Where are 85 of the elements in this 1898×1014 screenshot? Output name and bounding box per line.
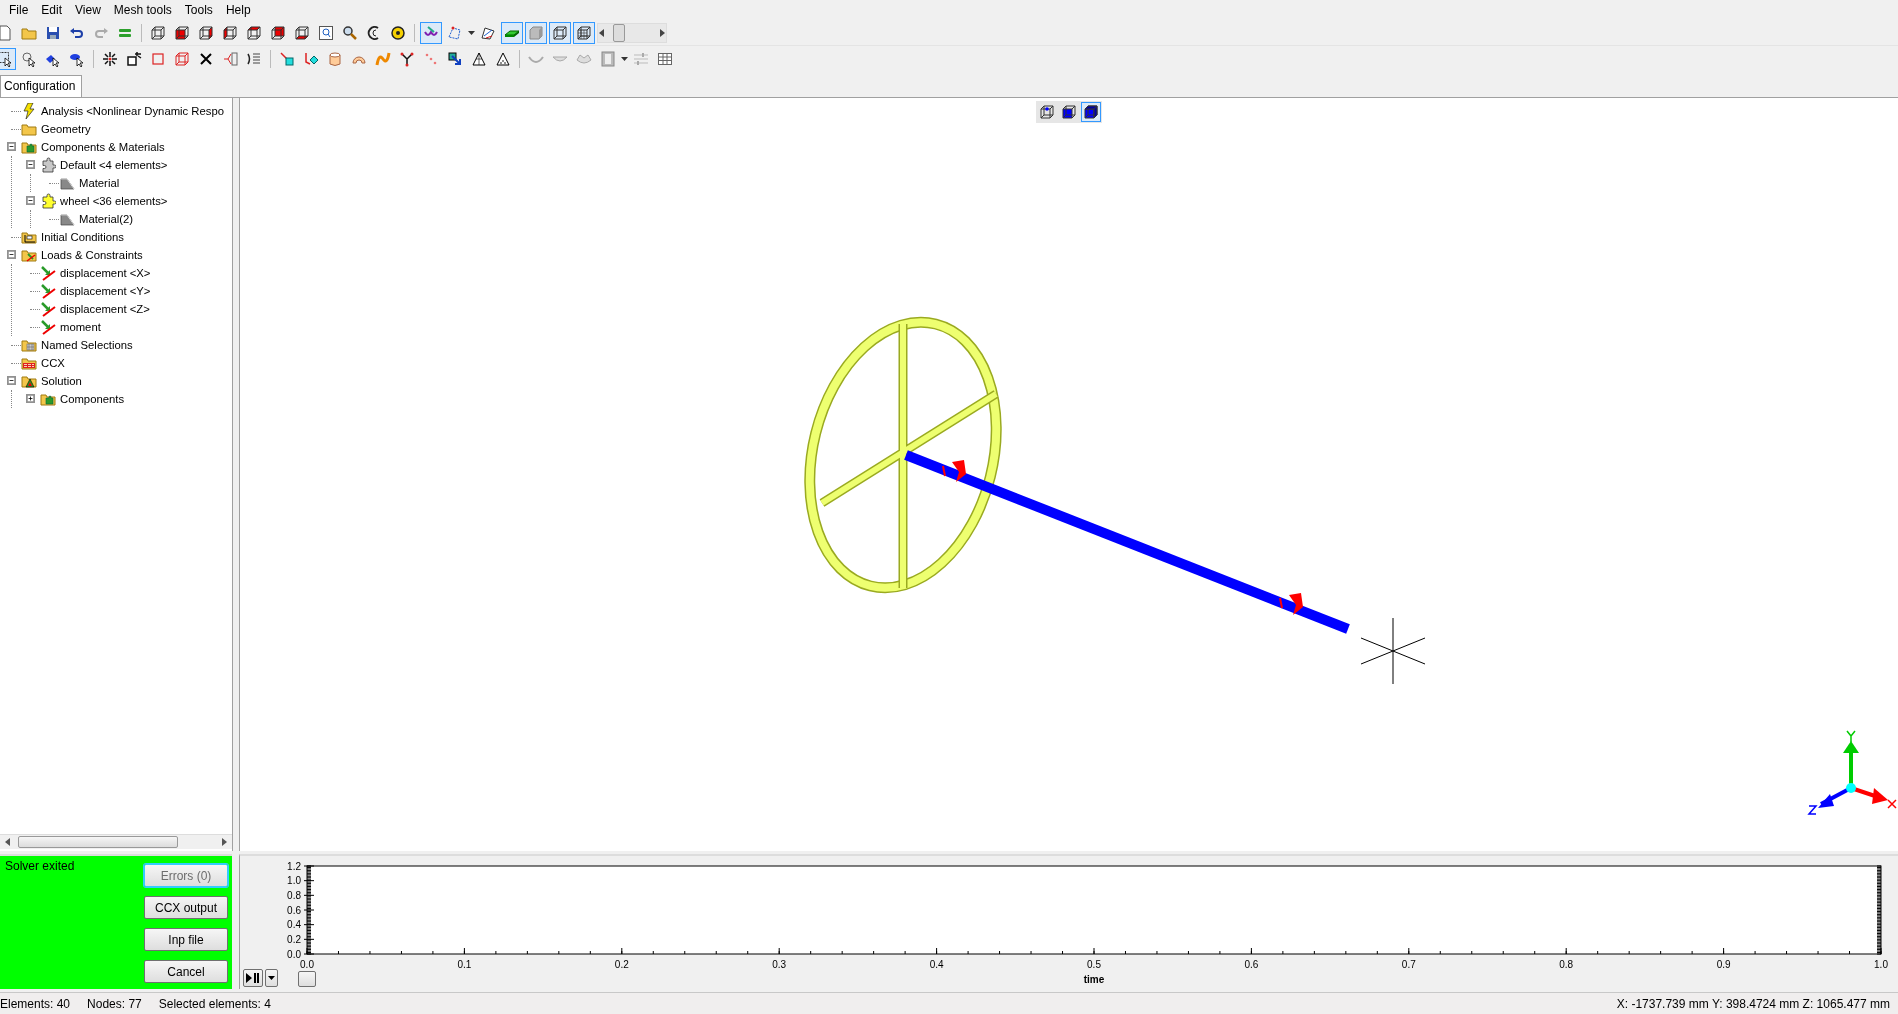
x-tick-label: 0.5 [1087, 959, 1101, 971]
arrow-left-icon[interactable] [598, 28, 604, 37]
menu-item[interactable]: File [4, 1, 37, 20]
y-tick-label: 0.0 [287, 948, 301, 960]
toolbar-scrollbar[interactable] [597, 22, 667, 43]
tree-item[interactable]: moment [56, 320, 101, 333]
tree-item[interactable]: Named Selections [37, 338, 133, 351]
y-tick-label: 1.2 [287, 860, 301, 872]
arrow-icon [40, 264, 56, 281]
arrow-icon [40, 318, 56, 335]
tree-item[interactable]: Solution [37, 374, 82, 387]
collapse-toggle[interactable] [26, 160, 35, 170]
view-mode-icon[interactable] [1081, 101, 1101, 122]
tree-item[interactable]: Initial Conditions [37, 230, 124, 243]
glasses-icon[interactable] [420, 21, 442, 44]
lightning-icon [21, 102, 37, 119]
dropdown-button[interactable] [265, 969, 278, 988]
scroll-thumb[interactable] [18, 836, 178, 849]
mesh-cube-icon[interactable] [573, 21, 595, 44]
tree-item[interactable]: displacement <Y> [56, 284, 151, 297]
wireframe-cube-icon[interactable] [549, 21, 571, 44]
solver-status: Solver exited [5, 859, 75, 876]
tab[interactable]: Configuration [0, 74, 83, 97]
y-tick-label: 0.4 [287, 919, 301, 931]
collapse-toggle[interactable] [26, 196, 35, 206]
arrow-right-icon[interactable] [660, 28, 666, 37]
tree-item[interactable]: Components & Materials [37, 140, 165, 153]
x-tick-label: 0.1 [457, 959, 472, 971]
arrow-left-icon[interactable] [4, 838, 10, 847]
expand-toggle[interactable] [26, 394, 35, 404]
selection-count: Selected elements: 4 [158, 996, 271, 1011]
collapse-toggle[interactable] [7, 142, 16, 152]
caret-icon[interactable] [621, 56, 628, 61]
x-tick-label: 0.2 [614, 959, 629, 971]
tree-item[interactable]: Geometry [37, 122, 91, 135]
y-tick-label: 1.0 [287, 875, 301, 887]
x-tick-label: 0.6 [1244, 959, 1259, 971]
x-tick-label: 0.3 [772, 959, 787, 971]
menu-item[interactable]: Help [220, 1, 259, 20]
collapse-toggle[interactable] [7, 250, 16, 260]
arrow-icon [40, 300, 56, 317]
x-axis-title: time [1083, 974, 1105, 986]
solver-button[interactable]: CCX output [144, 896, 228, 920]
x-tick-label: 0.4 [929, 959, 944, 971]
tree-item[interactable]: Loads & Constraints [37, 248, 143, 261]
solver-button[interactable]: Cancel [144, 960, 228, 984]
caret-icon [268, 976, 275, 981]
menu-item[interactable]: Edit [36, 1, 71, 20]
menu-item[interactable]: Tools [179, 1, 221, 20]
y-tick-label: 0.6 [287, 904, 301, 916]
node-count: Nodes: 77 [87, 996, 142, 1011]
constraint-marker [1279, 592, 1303, 615]
horizontal-scrollbar[interactable] [0, 834, 232, 850]
tree-item[interactable]: displacement <Z> [56, 302, 150, 315]
x-tick-label: 0.9 [1716, 959, 1731, 971]
menu-item[interactable]: Mesh tools [108, 1, 180, 20]
tree-item[interactable]: displacement <X> [56, 266, 151, 279]
tree-item[interactable]: Default <4 elements> [56, 158, 168, 171]
collapse-toggle[interactable] [7, 376, 16, 386]
x-tick-label: 0.8 [1559, 959, 1574, 971]
tree-item[interactable]: CCX [37, 356, 65, 369]
y-tick-label: 0.2 [287, 933, 301, 945]
tree-item[interactable]: Components [56, 392, 125, 405]
box-select-icon[interactable] [0, 47, 16, 70]
menu-item[interactable]: View [70, 1, 109, 20]
tree-item[interactable]: Analysis <Nonlinear Dynamic Respo [37, 104, 225, 117]
x-tick-label: 1.0 [1874, 959, 1888, 971]
play-pause-button[interactable] [243, 969, 263, 988]
tree-item[interactable]: Material [75, 176, 120, 189]
arrow-icon [40, 282, 56, 299]
tree-item[interactable]: wheel <36 elements> [56, 194, 168, 207]
y-tick-label: 0.8 [287, 889, 301, 901]
scroll-thumb[interactable] [613, 23, 625, 42]
cursor-coordinates: X: -1737.739 mm Y: 398.4724 mm Z: 1065.477 mm [1616, 996, 1890, 1011]
x-tick-label: 0.0 [300, 959, 314, 971]
element-count: Elements: 40 [0, 996, 71, 1011]
x-tick-label: 0.7 [1401, 959, 1416, 971]
point-marker-drawing [1360, 617, 1426, 685]
tree-item[interactable]: Material(2) [75, 212, 133, 225]
constraint-marker [942, 459, 966, 482]
solver-button[interactable]: Inp file [144, 928, 228, 952]
caret-icon[interactable] [468, 30, 475, 35]
arrow-right-icon[interactable] [222, 838, 228, 847]
plate-icon[interactable] [501, 21, 523, 44]
time-slider-thumb[interactable] [298, 971, 316, 988]
